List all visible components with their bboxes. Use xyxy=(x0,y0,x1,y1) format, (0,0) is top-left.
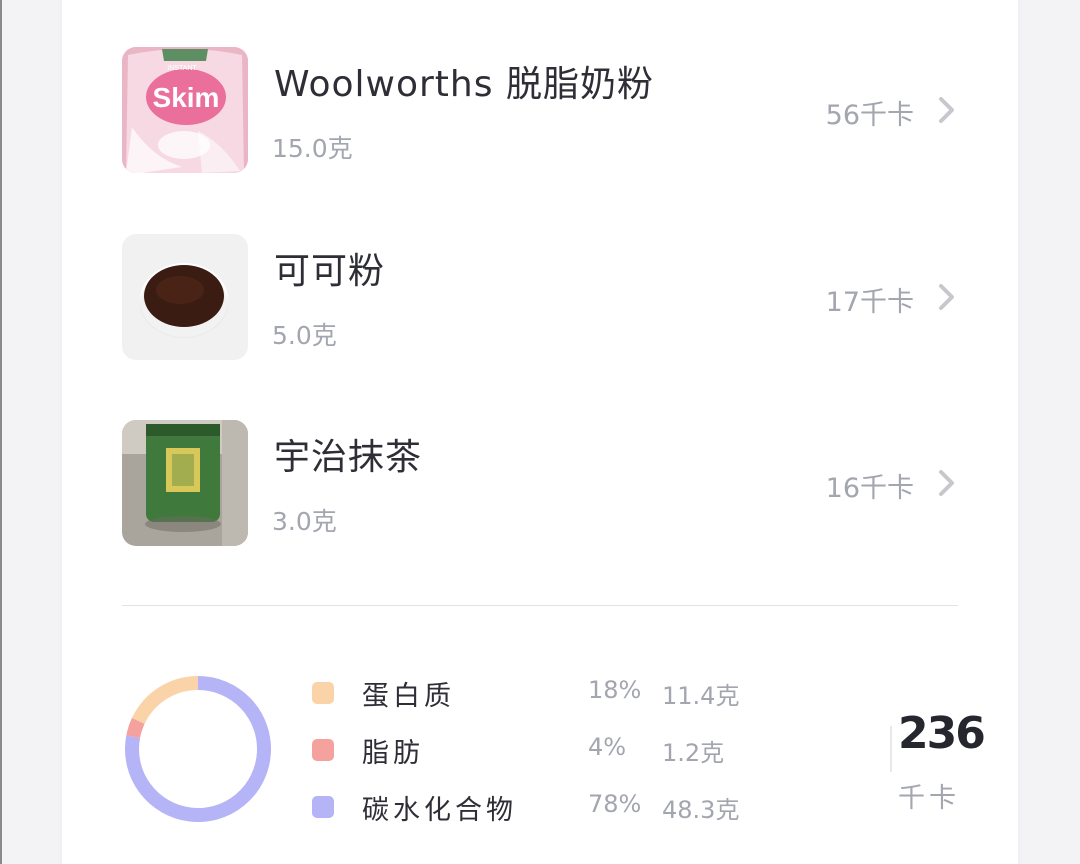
food-calories: 56千卡 xyxy=(825,100,914,131)
section-divider xyxy=(122,605,958,606)
macro-name: 蛋白质 xyxy=(362,681,455,712)
food-item-skim-milk[interactable]: Skim INSTANT Woolworths 脱脂奶粉 15.0克 56千卡 xyxy=(122,47,960,175)
macro-row-carbs: 碳水化合物 78% 48.3克 xyxy=(310,788,750,828)
donut-segment-fat xyxy=(126,717,145,739)
total-calories-unit: 千卡 xyxy=(898,783,960,814)
matcha-tin-image xyxy=(122,420,248,546)
chevron-right-icon[interactable] xyxy=(936,282,958,312)
meal-card: Skim INSTANT Woolworths 脱脂奶粉 15.0克 56千卡 … xyxy=(62,0,1018,864)
carbs-swatch xyxy=(312,796,334,818)
skim-milk-powder-bag-image: Skim INSTANT xyxy=(122,47,248,173)
total-calories-value: 236 xyxy=(898,708,986,759)
food-name: 可可粉 xyxy=(274,251,386,292)
chevron-right-icon[interactable] xyxy=(936,95,958,125)
food-calories: 17千卡 xyxy=(825,287,914,318)
food-item-cocoa[interactable]: 可可粉 5.0克 17千卡 xyxy=(122,234,960,362)
chevron-right-icon[interactable] xyxy=(936,468,958,498)
protein-swatch xyxy=(312,682,334,704)
macro-donut-chart xyxy=(125,676,271,822)
macro-percent: 18% xyxy=(588,676,642,704)
macro-grams: 48.3克 xyxy=(662,796,740,824)
macro-row-protein: 蛋白质 18% 11.4克 xyxy=(310,674,750,714)
food-calories: 16千卡 xyxy=(825,473,914,504)
macro-grams: 1.2克 xyxy=(662,739,725,767)
macro-grams: 11.4克 xyxy=(662,682,740,710)
macro-name: 碳水化合物 xyxy=(362,795,517,826)
macro-name: 脂肪 xyxy=(362,738,424,769)
food-name: 宇治抹茶 xyxy=(274,437,423,478)
food-amount: 15.0克 xyxy=(272,134,353,163)
food-amount: 5.0克 xyxy=(272,321,337,350)
macro-percent: 4% xyxy=(588,733,627,761)
macro-percent: 78% xyxy=(588,790,642,818)
fat-swatch xyxy=(312,739,334,761)
total-separator xyxy=(890,726,892,772)
macro-row-fat: 脂肪 4% 1.2克 xyxy=(310,731,750,771)
cocoa-powder-bowl-image xyxy=(122,234,248,360)
svg-text:INSTANT: INSTANT xyxy=(167,65,197,72)
food-name: Woolworths 脱脂奶粉 xyxy=(274,64,654,105)
skim-logo-text: Skim xyxy=(153,82,220,113)
window-edge xyxy=(0,0,2,864)
food-amount: 3.0克 xyxy=(272,507,337,536)
food-item-matcha[interactable]: 宇治抹茶 3.0克 16千卡 xyxy=(122,420,960,548)
donut-segment-protein xyxy=(131,676,199,725)
